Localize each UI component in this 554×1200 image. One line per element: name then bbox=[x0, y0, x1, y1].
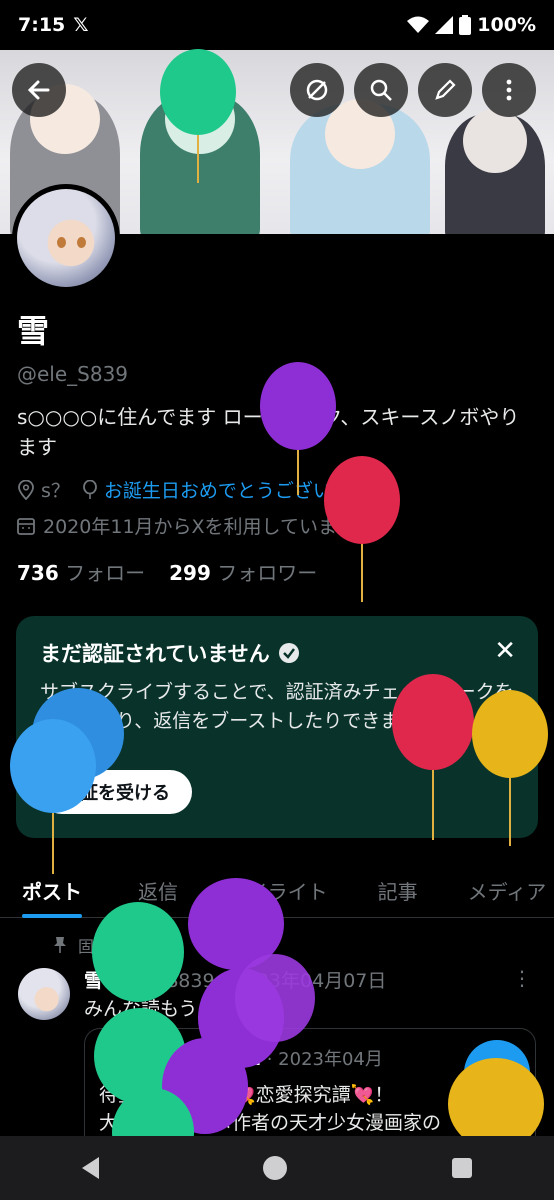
profile-location: s？ bbox=[41, 480, 70, 502]
avatar-image bbox=[17, 189, 115, 287]
back-button[interactable] bbox=[12, 63, 66, 117]
tab-replies[interactable]: 返信 bbox=[138, 860, 178, 917]
hide-button[interactable] bbox=[290, 63, 344, 117]
x-logo-icon: 𝕏 bbox=[73, 14, 89, 36]
post-avatar[interactable] bbox=[18, 968, 70, 1020]
followers-label: フォロワー bbox=[217, 561, 318, 585]
calendar-icon bbox=[17, 517, 35, 535]
post-date: 2023年04月07日 bbox=[232, 970, 387, 992]
banner-character bbox=[140, 84, 260, 234]
battery-level: 100% bbox=[477, 14, 536, 36]
profile-tabs: ポスト 返信 ハイライト 記事 メディア bbox=[0, 860, 554, 918]
quote-header: 『君のラブを見せ… · 2023年04月 bbox=[99, 1049, 383, 1070]
banner-character bbox=[445, 109, 545, 234]
pin-icon bbox=[54, 937, 66, 953]
chevron-right-icon[interactable]: › bbox=[370, 515, 378, 537]
tab-articles[interactable]: 記事 bbox=[378, 860, 418, 917]
nav-home-icon[interactable] bbox=[263, 1156, 288, 1180]
tab-posts[interactable]: ポスト bbox=[22, 860, 82, 918]
wifi-icon bbox=[407, 16, 430, 33]
more-button[interactable] bbox=[482, 63, 536, 117]
verification-card: まだ認証されていません ✕ サブスクライブすることで、認証済みチェックマークを獲… bbox=[16, 616, 538, 838]
quote-line: 大人気ラブコメ作者の天才少女漫画家の bbox=[99, 1112, 442, 1134]
arrow-left-icon bbox=[27, 80, 50, 100]
following-label: フォロー bbox=[65, 561, 146, 585]
pinned-label-row: 固定 bbox=[52, 933, 110, 957]
get-verified-button[interactable]: 認証を受ける bbox=[40, 770, 192, 814]
post-more-icon[interactable]: ⋮ bbox=[512, 966, 532, 990]
compose-button[interactable]: + bbox=[464, 1040, 530, 1106]
search-button[interactable] bbox=[354, 63, 408, 117]
nav-recents-icon[interactable] bbox=[451, 1158, 472, 1178]
profile-bio: s○○○○に住んでます ロードバイク、スキースノボやります bbox=[17, 405, 520, 459]
joined-date: 2020年11月からXを利用しています bbox=[43, 516, 356, 538]
quote-author: 『君のラブを見せ… bbox=[99, 1049, 261, 1070]
signal-icon bbox=[435, 16, 454, 34]
status-bar: 7:15 𝕏 100% bbox=[0, 0, 554, 50]
verification-title: まだ認証されていません bbox=[40, 642, 270, 666]
tab-media[interactable]: メディア bbox=[468, 860, 547, 917]
search-icon bbox=[370, 79, 392, 101]
status-indicators: 100% bbox=[407, 14, 536, 36]
edit-icon bbox=[435, 79, 456, 100]
quote-date: 2023年04月 bbox=[278, 1049, 383, 1070]
location-icon bbox=[18, 479, 34, 500]
birthday-link[interactable]: お誕生日おめでとうございます。 bbox=[104, 476, 387, 503]
followers-count: 299 bbox=[169, 561, 211, 585]
battery-icon bbox=[459, 15, 472, 35]
followers-link[interactable]: 299 フォロワー bbox=[169, 557, 317, 586]
clock: 7:15 bbox=[18, 14, 66, 36]
post-text: みんな読もう bbox=[84, 998, 198, 1020]
follow-stats: 736 フォロー 299 フォロワー bbox=[17, 557, 317, 586]
following-count: 736 bbox=[17, 561, 59, 585]
profile-meta: s？ お誕生日おめでとうございます。 bbox=[17, 476, 387, 503]
profile-joined-row: 2020年11月からXを利用しています › bbox=[17, 512, 378, 539]
post-header: 雪 @ele_S839 · 2023年04月07日 bbox=[84, 970, 387, 992]
system-nav-bar bbox=[0, 1136, 554, 1200]
post-handle: @ele_S839 bbox=[109, 970, 215, 992]
verification-body: サブスクライブすることで、認証済みチェックマークを獲得したり、返信をブーストした… bbox=[40, 681, 514, 732]
nav-back-icon[interactable] bbox=[82, 1157, 100, 1179]
balloon-icon bbox=[83, 479, 97, 499]
profile-name: 雪 bbox=[17, 312, 50, 350]
profile-handle: @ele_S839 bbox=[17, 362, 129, 386]
following-link[interactable]: 736 フォロー bbox=[17, 557, 145, 586]
more-icon bbox=[506, 79, 512, 101]
tab-highlights[interactable]: ハイライト bbox=[228, 860, 328, 917]
close-icon[interactable]: ✕ bbox=[494, 636, 516, 666]
hide-icon bbox=[306, 79, 328, 101]
banner-character bbox=[290, 99, 430, 234]
edit-button[interactable] bbox=[418, 63, 472, 117]
profile-avatar[interactable] bbox=[12, 184, 120, 292]
quote-line: 待望の新連載は💘恋愛探究譚💘！ bbox=[99, 1084, 394, 1106]
pinned-label: 固定 bbox=[78, 937, 111, 956]
verified-badge-icon bbox=[278, 643, 299, 663]
post-author: 雪 bbox=[84, 970, 104, 992]
verification-title-row: まだ認証されていません bbox=[40, 638, 300, 668]
quote-text: 待望の新連載は💘恋愛探究譚💘！ 大人気ラブコメ作者の天才少女漫画家の bbox=[99, 1081, 441, 1137]
